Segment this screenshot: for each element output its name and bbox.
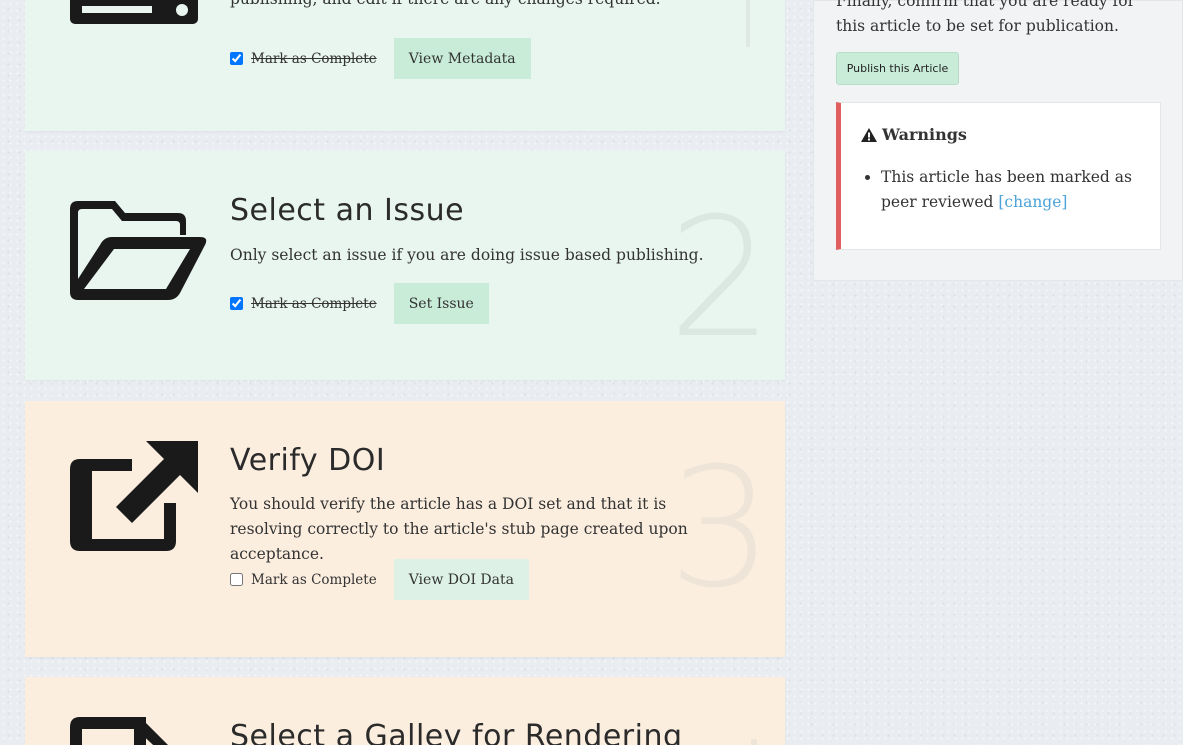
mark-complete-label[interactable]: Mark as Complete (251, 572, 377, 588)
mark-complete-checkbox[interactable] (230, 573, 243, 586)
step-description: publishing, and edit if there are any ch… (230, 0, 740, 12)
warnings-list: This article has been marked as peer rev… (881, 165, 1151, 215)
step-number-1 (746, 0, 750, 47)
step-description: Only select an issue if you are doing is… (230, 246, 704, 264)
step-card-metadata: publishing, and edit if there are any ch… (25, 0, 785, 131)
step-card-doi: 3 Verify DOI You should verify the artic… (25, 401, 785, 657)
set-issue-button[interactable]: Set Issue (393, 283, 489, 324)
mark-complete-label[interactable]: Mark as Complete (251, 296, 377, 312)
mark-complete-row: Mark as Complete View DOI Data (230, 559, 529, 600)
step-number-4 (751, 739, 757, 745)
external-link-icon (70, 441, 200, 551)
folder-open-icon (70, 201, 207, 301)
warnings-heading: Warnings (861, 125, 967, 144)
mark-complete-row: Mark as Complete View Metadata (230, 38, 531, 79)
step-description: You should verify the article has a DOI … (230, 495, 688, 563)
server-icon (70, 0, 200, 25)
step-title: Verify DOI (230, 443, 386, 478)
publish-intro-text: Finally, confirm that you are ready for … (836, 0, 1136, 35)
step-card-issue: 2 Select an Issue Only select an issue i… (25, 151, 785, 380)
mark-complete-row: Mark as Complete Set Issue (230, 283, 489, 324)
publish-article-button[interactable]: Publish this Article (836, 52, 959, 85)
mark-complete-checkbox[interactable] (230, 297, 243, 310)
publish-panel: Finally, confirm that you are ready for … (813, 0, 1183, 281)
view-doi-data-button[interactable]: View DOI Data (393, 559, 529, 600)
warning-icon (861, 127, 877, 142)
step-number: 2 (668, 182, 773, 374)
view-metadata-button[interactable]: View Metadata (393, 38, 531, 79)
warning-item: This article has been marked as peer rev… (881, 165, 1151, 215)
step-title: Select a Galley for Rendering (230, 719, 683, 745)
mark-complete-label[interactable]: Mark as Complete (251, 51, 377, 67)
step-card-galley: Select a Galley for Rendering (25, 677, 785, 745)
warnings-title: Warnings (882, 125, 967, 144)
mark-complete-checkbox[interactable] (230, 52, 243, 65)
file-icon (70, 717, 180, 745)
warnings-box: Warnings This article has been marked as… (836, 102, 1161, 250)
change-peer-review-link[interactable]: [change] (998, 193, 1067, 211)
step-title: Select an Issue (230, 193, 465, 228)
